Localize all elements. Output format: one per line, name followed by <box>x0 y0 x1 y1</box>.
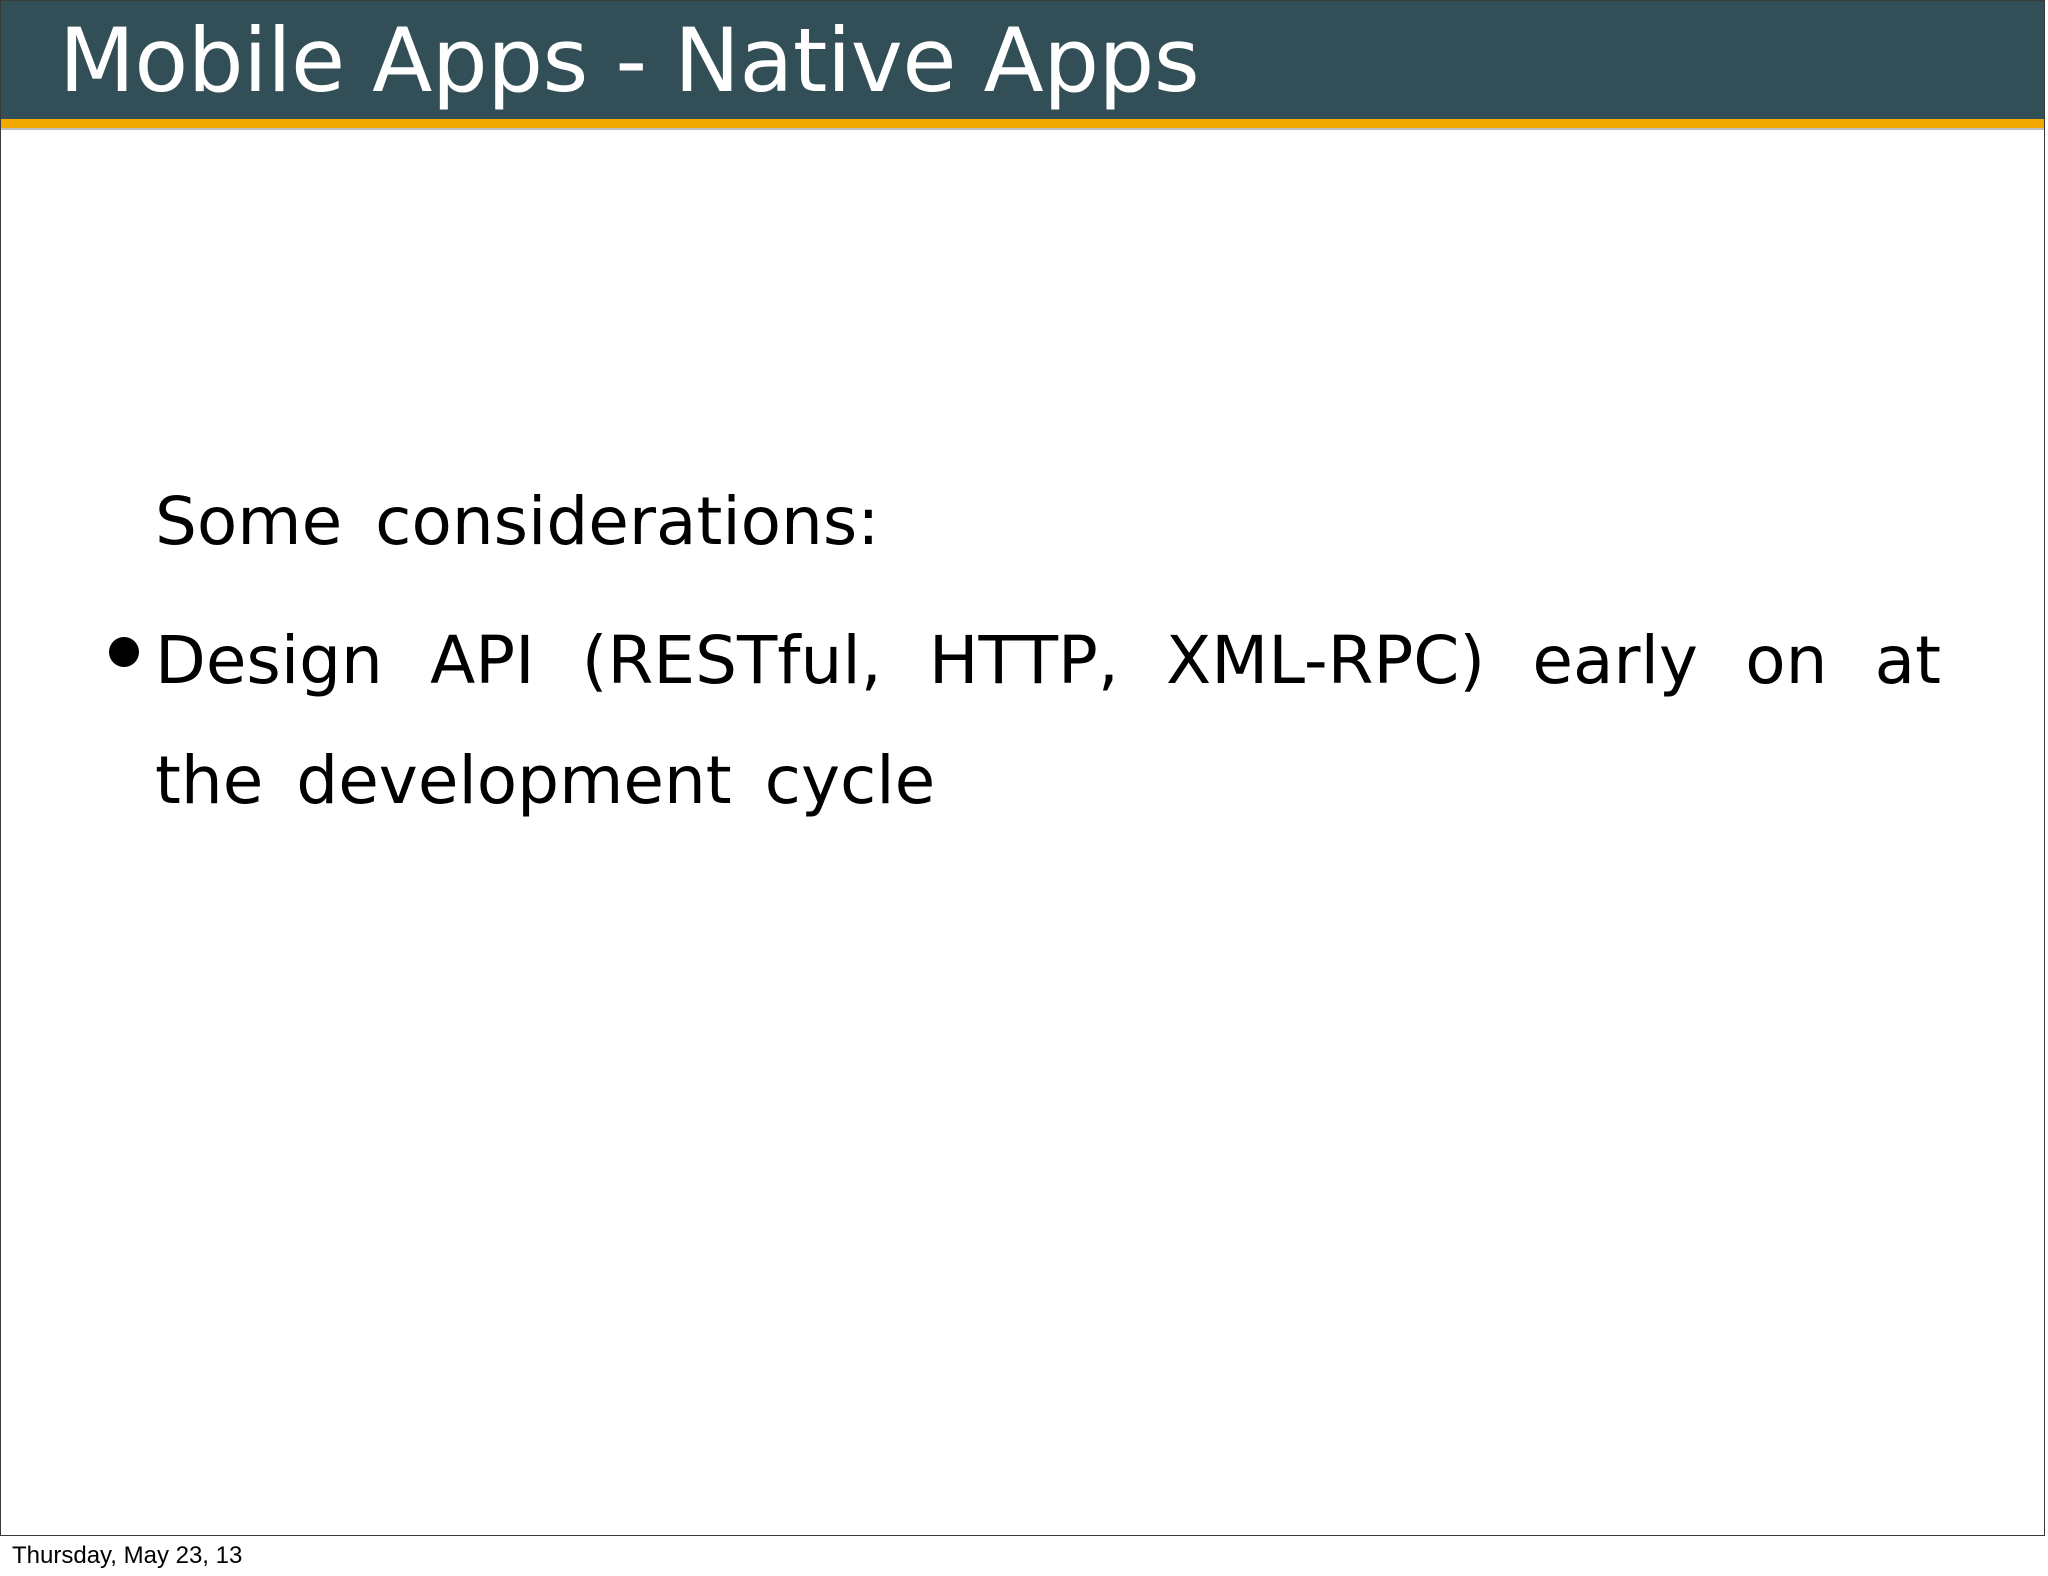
slide-title: Mobile Apps - Native Apps <box>59 9 1200 112</box>
page: Mobile Apps - Native Apps Some considera… <box>0 0 2048 1576</box>
footer-date: Thursday, May 23, 13 <box>12 1542 243 1569</box>
title-accent-stripe <box>1 119 2044 128</box>
bullet-dot-icon <box>109 637 139 667</box>
intro-text: Some considerations: <box>155 483 880 560</box>
title-divider <box>1 128 2044 130</box>
slide: Mobile Apps - Native Apps Some considera… <box>0 0 2045 1536</box>
bullet-item: Design API (RESTful, HTTP, XML-RPC) earl… <box>155 622 1941 819</box>
